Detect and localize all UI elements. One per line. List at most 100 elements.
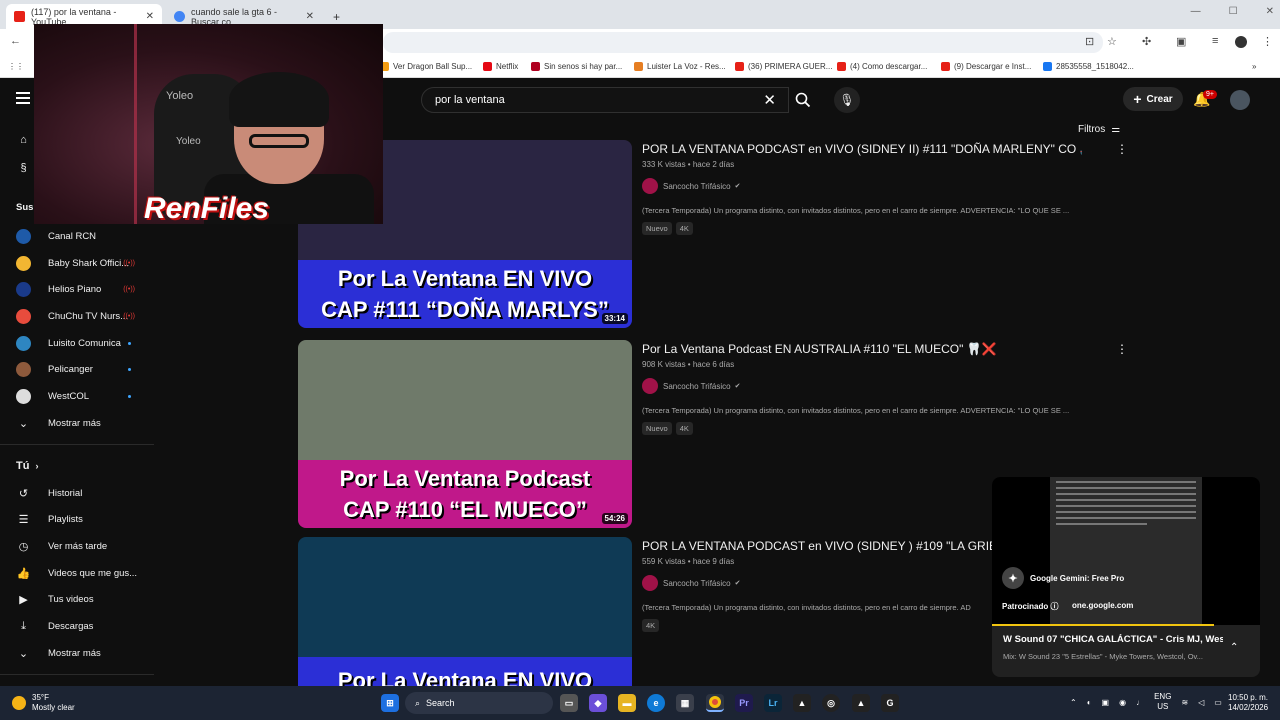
obs-icon[interactable]: ◎ [822,694,840,712]
maximize-icon[interactable]: ☐ [1229,6,1238,17]
like-icon: 👍 [16,568,31,580]
video-title[interactable]: Por La Ventana Podcast EN AUSTRALIA #110… [642,342,1082,356]
media-icon[interactable]: ≡ [1212,35,1218,47]
channel-name: Luisito Comunica [48,338,121,349]
tray-app-icon[interactable]: ▣ [1102,698,1110,707]
sidebar-item-chuchu-tv[interactable]: ChuChu TV Nurs... ((•)) [16,309,152,324]
bookmark-item[interactable]: 28535558_1518042... [1043,62,1134,71]
search-icon: ⌕ [415,697,421,708]
windows-start-icon[interactable]: ⊞ [381,694,399,712]
create-button[interactable]: + Crear [1123,87,1183,111]
more-actions-icon[interactable]: ⋮ [1116,142,1128,156]
account-avatar[interactable] [1230,90,1250,110]
close-tab-icon[interactable]: ✕ [306,11,314,22]
tray-app-icon[interactable]: ◉ [1119,698,1126,707]
ad-advertiser[interactable]: ✦ Google Gemini: Free Pro [1002,567,1124,589]
sidepanel-icon[interactable]: ▣ [1176,35,1186,48]
you-section-header[interactable]: Tú › [16,460,38,472]
search-button[interactable] [789,87,817,113]
browser-menu-icon[interactable]: ⋮ [1262,35,1273,48]
sidebar-item-your-videos[interactable]: ▶ Tus videos [16,592,152,607]
profile-icon[interactable] [1235,36,1247,48]
microphone-icon[interactable]: ♩ [1136,698,1144,707]
sidebar-item-watch-later[interactable]: ◷ Ver más tarde [16,539,152,554]
bookmark-item[interactable]: (36) PRIMERA GUER... [735,62,832,71]
voice-search-button[interactable]: 🎙 [834,87,860,113]
bookmark-item[interactable]: (4) Como descargar... [837,62,927,71]
file-explorer-icon[interactable]: ▬ [618,694,636,712]
taskbar-clock[interactable]: 10:50 p. m. 14/02/2026 [1228,693,1268,713]
sidebar-item-history[interactable]: ↺ Historial [16,486,152,501]
sidebar-item-helios-piano[interactable]: Helios Piano ((•)) [16,282,152,297]
bookmark-star-icon[interactable]: ☆ [1107,35,1117,48]
bookmark-item[interactable]: Ver Dragon Ball Sup... [380,62,472,71]
mini-player[interactable]: ✦ Google Gemini: Free Pro Patrocinado ⓘ o… [992,477,1260,677]
sidebar-item-pelicanger[interactable]: Pelicanger [16,362,152,377]
video-meta: 559 K vistas • hace 9 días [642,557,735,566]
more-bookmarks-icon[interactable]: » [1252,62,1256,71]
video-title[interactable]: POR LA VENTANA PODCAST en VIVO (SIDNEY )… [642,539,992,553]
search-label: Search [426,698,455,708]
search-result[interactable]: Por La Ventana EN VIVO CAP #111 “DOÑA MA… [298,140,1128,330]
mini-player-video[interactable]: ✦ Google Gemini: Free Pro Patrocinado ⓘ o… [992,477,1260,625]
back-icon[interactable]: ← [10,35,21,47]
channel-link[interactable]: Sancocho Trifásico ✔ [642,178,740,194]
show-more-you[interactable]: ⌄ Mostrar más [16,646,152,661]
app-icon[interactable]: G [881,694,899,712]
channel-avatar [16,282,31,297]
channel-link[interactable]: Sancocho Trifásico ✔ [642,378,740,394]
bookmark-item[interactable]: Luister La Voz - Res... [634,62,726,71]
edge-icon[interactable]: e [647,694,665,712]
app-icon[interactable]: ▲ [852,694,870,712]
video-thumbnail[interactable]: Por La Ventana Podcast CAP #110 “EL MUEC… [298,340,632,528]
premiere-icon[interactable]: Pr [735,694,753,712]
more-actions-icon[interactable]: ⋮ [1116,342,1128,356]
weather-widget[interactable]: 35°F Mostly clear [12,693,75,713]
copilot-icon[interactable]: ◆ [589,694,607,712]
video-title[interactable]: POR LA VENTANA PODCAST en VIVO (SIDNEY I… [642,142,1082,156]
channel-avatar [16,362,31,377]
app-icon[interactable]: ▲ [793,694,811,712]
video-thumbnail[interactable]: Por La Ventana EN VIVO [298,537,632,686]
expand-chevron-icon[interactable]: ⌃ [1230,642,1238,653]
tray-app-icon[interactable]: ◐ [1087,698,1092,707]
sidebar-item-luisito-comunica[interactable]: Luisito Comunica [16,336,152,351]
install-app-icon[interactable]: ⊡ [1085,35,1094,48]
info-icon[interactable]: ⓘ [1050,602,1058,611]
clear-search-icon[interactable]: ✕ [763,91,776,109]
minimize-icon[interactable]: — [1191,6,1201,17]
bookmark-item[interactable]: Netflix [483,62,518,71]
channel-link[interactable]: Sancocho Trifásico ✔ [642,575,740,591]
ad-domain[interactable]: one.google.com [1072,601,1133,610]
show-more-subscriptions[interactable]: ⌄ Mostrar más [16,416,152,431]
task-view-icon[interactable]: ▭ [560,694,578,712]
chrome-icon[interactable] [706,694,724,712]
sidebar-item-playlists[interactable]: ☰ Playlists [16,512,152,527]
close-tab-icon[interactable]: ✕ [146,11,154,22]
close-window-icon[interactable]: ✕ [1266,6,1274,17]
taskbar-search[interactable]: ⌕ Search [405,692,553,714]
filters-button[interactable]: Filtros ⚌ [1078,124,1120,135]
bookmark-item[interactable]: Sin senos si hay par... [531,62,622,71]
sidebar-item-westcol[interactable]: WestCOL [16,389,152,404]
lightroom-icon[interactable]: Lr [764,694,782,712]
sidebar-item-canal-rcn[interactable]: Canal RCN [16,229,152,244]
sidebar-item-downloads[interactable]: ⤓ Descargas [16,619,152,634]
volume-icon[interactable]: ◁ [1198,698,1204,707]
battery-icon[interactable]: ▭ [1214,698,1222,707]
language-indicator[interactable]: ENG US [1154,692,1171,712]
sidebar-item-label: Videos que me gus... [48,568,138,579]
sidebar-item-label: Tus videos [48,594,94,605]
chevron-up-icon[interactable]: ⌃ [1070,698,1077,707]
search-input[interactable]: por la ventana ✕ [421,87,789,113]
wifi-icon[interactable]: ≋ [1181,698,1188,707]
apps-icon[interactable]: ⋮⋮ [8,62,24,71]
netflix-icon [531,62,540,71]
sidebar-item-liked-videos[interactable]: 👍 Videos que me gus... [16,566,152,581]
address-bar[interactable] [383,32,1103,53]
bookmark-item[interactable]: (9) Descargar e Inst... [941,62,1031,71]
store-icon[interactable]: ▦ [676,694,694,712]
extensions-icon[interactable]: ✣ [1142,35,1151,48]
sidebar-item-baby-shark[interactable]: Baby Shark Offici... ((•)) [16,256,152,271]
weather-condition: Mostly clear [32,703,75,712]
